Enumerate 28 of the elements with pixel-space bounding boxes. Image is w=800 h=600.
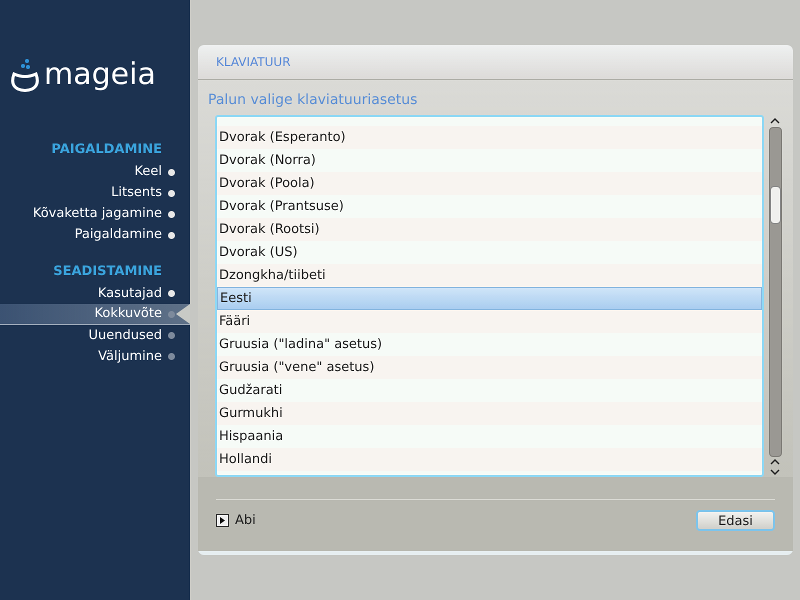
list-item[interactable]: Dvorak (Esperanto) bbox=[217, 126, 762, 149]
list-item[interactable]: Gurmukhi bbox=[217, 402, 762, 425]
help-toggle[interactable]: Abi bbox=[216, 510, 256, 530]
logo-text: mageia bbox=[44, 60, 156, 90]
section-title: SEADISTAMINE bbox=[52, 262, 163, 280]
list-item[interactable]: Dvorak (Poola) bbox=[217, 172, 762, 195]
sidebar-item[interactable]: Uuendused bbox=[0, 325, 190, 346]
list-item[interactable]: Eesti bbox=[217, 287, 762, 310]
sidebar-item[interactable]: Väljumine bbox=[0, 346, 190, 367]
list-item[interactable]: Fääri bbox=[217, 310, 762, 333]
next-button[interactable]: Edasi bbox=[696, 510, 775, 531]
prompt-label: Palun valige klaviatuuriasetus bbox=[208, 91, 418, 110]
list-item[interactable]: Hollandi bbox=[217, 448, 762, 471]
section-title: PAIGALDAMINE bbox=[50, 141, 163, 159]
logo-icon bbox=[10, 57, 40, 93]
scroll-arrows-icon[interactable] bbox=[770, 457, 780, 477]
list-item[interactable]: Gruusia ("vene" asetus) bbox=[217, 356, 762, 379]
expander-icon bbox=[216, 514, 229, 527]
sidebar-item[interactable]: Litsents bbox=[0, 182, 190, 204]
sidebar-item[interactable]: Kasutajad bbox=[0, 283, 190, 304]
sidebar-item[interactable]: Keel bbox=[0, 162, 190, 182]
sidebar-item[interactable]: Kokkuvõte bbox=[0, 304, 190, 325]
list-item[interactable]: Dzongkha/tiibeti bbox=[217, 264, 762, 287]
sidebar-item[interactable]: Kõvaketta jagamine bbox=[0, 204, 190, 224]
scrollbar-thumb[interactable] bbox=[770, 186, 780, 224]
sidebar-item[interactable]: Paigaldamine bbox=[0, 224, 190, 246]
list-item[interactable]: Dvorak (Rootsi) bbox=[217, 218, 762, 241]
panel-title: KLAVIATUUR bbox=[216, 54, 291, 71]
